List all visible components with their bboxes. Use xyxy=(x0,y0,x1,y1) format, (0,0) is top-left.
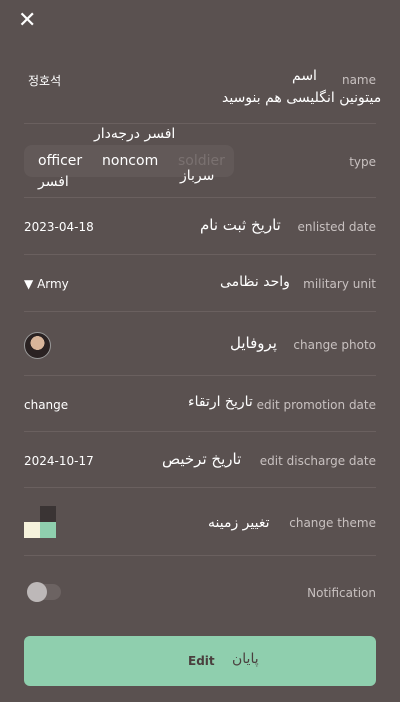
caret-down-icon: ▼ xyxy=(24,277,34,291)
theme-swatch-dark xyxy=(40,506,56,522)
theme-fa: تغییر زمینه xyxy=(208,515,270,531)
enlisted-date-value[interactable]: 2023-04-18 xyxy=(24,220,94,234)
divider xyxy=(24,375,376,376)
close-icon[interactable]: ✕ xyxy=(18,8,36,33)
type-option-officer[interactable]: officer xyxy=(38,153,82,169)
enlisted-fa: تاریخ ثبت نام xyxy=(200,216,281,234)
edit-button[interactable]: Edit پایان xyxy=(24,636,376,686)
name-fa-hint: میتونین انگلیسی هم بنوسید xyxy=(222,90,382,106)
theme-swatch-mint xyxy=(40,522,56,538)
change-theme-label: change theme xyxy=(289,516,376,530)
type-label: type xyxy=(349,155,376,169)
discharge-date-value[interactable]: 2024-10-17 xyxy=(24,454,94,468)
divider xyxy=(24,197,376,198)
military-unit-value: Army xyxy=(37,277,69,291)
theme-swatch[interactable] xyxy=(24,506,56,538)
type-fa-soldier: سرباز xyxy=(180,168,215,184)
edit-discharge-date-label: edit discharge date xyxy=(259,454,376,468)
edit-button-fa: پایان xyxy=(232,651,259,667)
notification-label: Notification xyxy=(307,586,376,600)
unit-fa: واحد نظامی xyxy=(220,274,290,290)
theme-swatch-cream xyxy=(24,522,40,538)
type-option-noncom[interactable]: noncom xyxy=(102,153,158,169)
notification-toggle[interactable] xyxy=(27,582,61,602)
toggle-knob xyxy=(27,582,47,602)
divider xyxy=(24,487,376,488)
discharge-fa: تاریخ ترخیص xyxy=(162,450,242,468)
name-fa-title: اسم xyxy=(292,68,317,84)
military-unit-label: military unit xyxy=(303,277,376,291)
edit-button-label: Edit xyxy=(188,654,215,668)
type-option-soldier[interactable]: soldier xyxy=(178,153,225,169)
photo-fa: پروفایل xyxy=(230,334,277,352)
divider xyxy=(24,311,376,312)
divider xyxy=(24,431,376,432)
divider xyxy=(24,254,376,255)
divider xyxy=(24,123,376,124)
promotion-fa: تاریخ ارتقاء xyxy=(188,394,253,410)
type-fa-officer: افسر xyxy=(38,174,69,190)
type-fa-noncom: افسر درجه‌دار xyxy=(94,126,176,142)
name-label: name xyxy=(341,73,376,87)
name-value[interactable]: 정호석 xyxy=(28,72,61,89)
divider xyxy=(24,555,376,556)
promotion-change-link[interactable]: change xyxy=(24,398,68,412)
change-photo-label[interactable]: change photo xyxy=(293,338,376,352)
edit-promotion-date-label: edit promotion date xyxy=(256,398,376,412)
military-unit-dropdown[interactable]: ▼ Army xyxy=(24,277,69,291)
avatar[interactable] xyxy=(24,332,51,359)
enlisted-date-label: enlisted date xyxy=(297,220,377,234)
